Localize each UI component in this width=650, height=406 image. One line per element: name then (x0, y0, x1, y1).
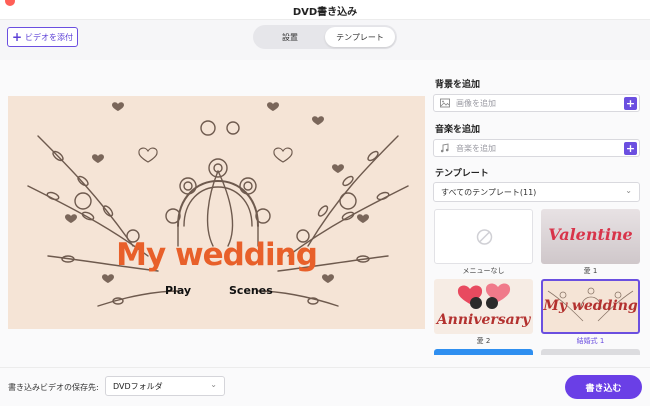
tab-template[interactable]: テンプレート (325, 27, 395, 47)
template-caption-love2: 愛 2 (476, 337, 491, 345)
thumb-text-anniversary: Anniversary (436, 312, 531, 328)
template-filter-select[interactable]: すべてのテンプレート(11) ⌄ (433, 182, 640, 202)
template-thumb-next1[interactable] (434, 349, 533, 355)
chevron-down-icon: ⌄ (625, 186, 632, 195)
burn-button[interactable]: 書き込む (565, 375, 642, 399)
chevron-down-icon: ⌄ (210, 380, 217, 389)
background-section-label: 背景を追加 (435, 80, 481, 90)
template-section-label: テンプレート (435, 169, 489, 179)
floral-decoration (27, 102, 409, 307)
add-background-button[interactable]: + (624, 97, 637, 110)
template-thumb-love2[interactable]: Anniversary (434, 279, 533, 334)
template-caption-love1: 愛 1 (583, 267, 598, 275)
toolbar: + ビデオを添付 設置 テンプレート (0, 20, 650, 60)
tab-settings[interactable]: 設置 (255, 27, 325, 47)
app-window: DVD書き込み + ビデオを添付 設置 テンプレート My wedding Pl… (0, 0, 650, 406)
image-icon (440, 98, 450, 108)
thumb-text-valentine: Valentine (548, 225, 633, 244)
template-thumb-next2[interactable] (541, 349, 640, 355)
music-placeholder: 音楽を追加 (456, 144, 496, 153)
music-note-icon (440, 143, 449, 153)
save-destination-select[interactable]: DVDフォルダ ⌄ (105, 376, 225, 396)
template-caption-wedding1: 結婚式 1 (576, 337, 605, 345)
preview-title: My wedding (116, 237, 318, 273)
save-destination-value: DVDフォルダ (113, 382, 163, 391)
template-filter-value: すべてのテンプレート(11) (441, 188, 537, 197)
add-video-label: ビデオを添付 (25, 32, 74, 42)
template-thumb-love1[interactable]: Valentine (541, 209, 640, 264)
template-thumb-wedding1[interactable]: My wedding (541, 279, 640, 334)
no-menu-icon (476, 229, 493, 245)
music-section-label: 音楽を追加 (435, 125, 481, 135)
plus-icon: + (11, 30, 23, 44)
bottom-bar: 書き込みビデオの保存先: DVDフォルダ ⌄ 書き込む (0, 367, 650, 406)
template-thumb-none[interactable] (434, 209, 533, 264)
preview-play-button[interactable]: Play (165, 284, 191, 297)
template-grid: メニューなし Valentine 愛 1 Anniversary 愛 2 My … (433, 209, 643, 355)
background-image-placeholder: 画像を追加 (456, 99, 496, 108)
save-destination-label: 書き込みビデオの保存先: (8, 383, 99, 392)
music-field[interactable]: 音楽を追加 + (433, 139, 640, 157)
thumb-text-wedding: My wedding (543, 298, 638, 314)
window-title: DVD書き込み (292, 7, 358, 18)
template-caption-none: メニューなし (462, 267, 505, 275)
menu-preview: My wedding Play Scenes (8, 96, 425, 329)
add-video-button[interactable]: + ビデオを添付 (7, 27, 78, 47)
title-bar: DVD書き込み (0, 0, 650, 20)
background-image-field[interactable]: 画像を追加 + (433, 94, 640, 112)
add-music-button[interactable]: + (624, 142, 637, 155)
mode-tabs: 設置 テンプレート (253, 25, 397, 49)
preview-scenes-button[interactable]: Scenes (229, 284, 273, 297)
